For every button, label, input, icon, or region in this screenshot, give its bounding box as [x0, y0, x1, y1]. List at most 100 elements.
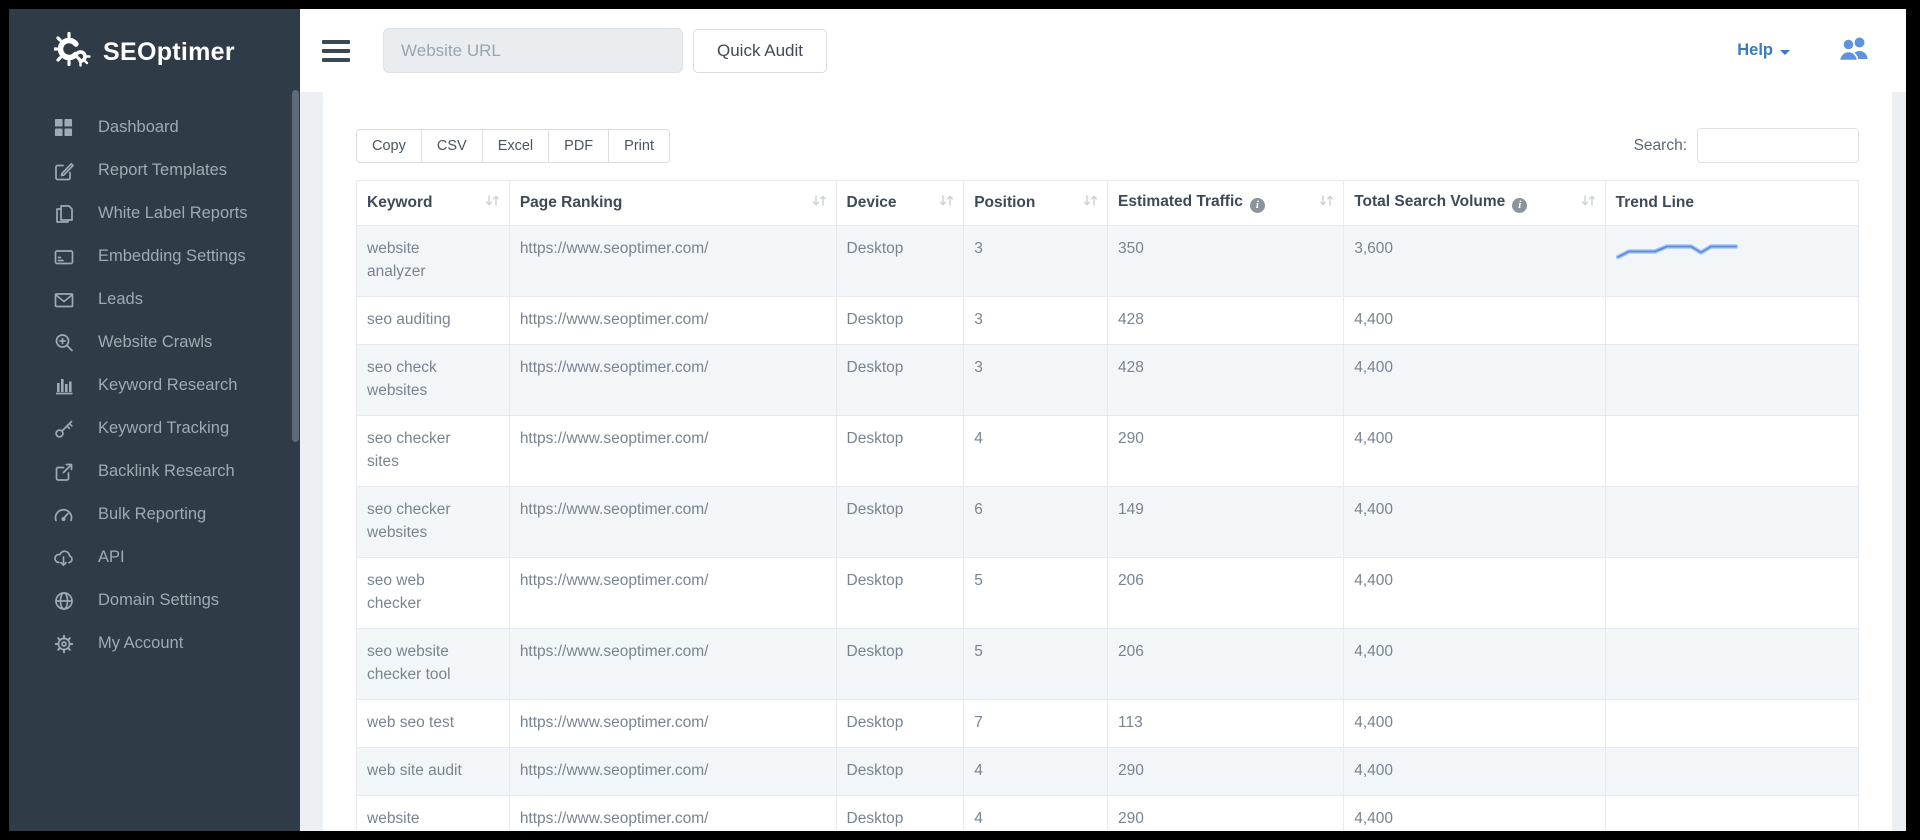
- info-icon[interactable]: [1250, 198, 1265, 213]
- logo-text: SEOptimer: [103, 38, 235, 67]
- cell-trend_line: [1605, 416, 1858, 487]
- cell-total_search_volume: 4,400: [1344, 558, 1605, 629]
- cell-trend_line: [1605, 748, 1858, 796]
- cell-position: 4: [964, 416, 1108, 487]
- envelope-icon: [53, 289, 74, 310]
- cell-position: 3: [964, 345, 1108, 416]
- sidebar-item-website-crawls[interactable]: Website Crawls: [9, 321, 300, 364]
- embed-card-icon: [53, 246, 74, 267]
- cell-total_search_volume: 4,400: [1344, 796, 1605, 832]
- gear-icon: [53, 633, 74, 654]
- sidebar-item-white-label-reports[interactable]: White Label Reports: [9, 192, 300, 235]
- sidebar-item-report-templates[interactable]: Report Templates: [9, 149, 300, 192]
- sidebar-item-label: Backlink Research: [98, 462, 235, 481]
- table-row: seo checker siteshttps://www.seoptimer.c…: [357, 416, 1859, 487]
- cell-keyword: seo web checker: [357, 558, 510, 629]
- table-search: Search:: [1634, 128, 1859, 163]
- cell-page_ranking: https://www.seoptimer.com/: [509, 748, 836, 796]
- sidebar-item-backlink-research[interactable]: Backlink Research: [9, 450, 300, 493]
- cell-trend_line: [1605, 558, 1858, 629]
- sidebar-scrollbar[interactable]: [292, 90, 299, 442]
- cell-keyword: seo auditing: [357, 297, 510, 345]
- export-pdf-button[interactable]: PDF: [548, 129, 609, 163]
- chevron-down-icon: [1780, 50, 1790, 55]
- column-header-device[interactable]: Device: [836, 181, 964, 226]
- column-header-total_search_volume[interactable]: Total Search Volume: [1344, 181, 1605, 226]
- key-icon: [53, 418, 74, 439]
- export-print-button[interactable]: Print: [608, 129, 670, 163]
- logo[interactable]: SEOptimer: [9, 9, 300, 74]
- sidebar-item-bulk-reporting[interactable]: Bulk Reporting: [9, 493, 300, 536]
- sidebar-item-leads[interactable]: Leads: [9, 278, 300, 321]
- sidebar-nav: Dashboard Report Templates White Label Rep…: [9, 106, 300, 665]
- dashboard-grid-icon: [53, 117, 74, 138]
- cell-total_search_volume: 4,400: [1344, 297, 1605, 345]
- sidebar-item-label: Domain Settings: [98, 591, 219, 610]
- cell-total_search_volume: 4,400: [1344, 345, 1605, 416]
- cell-device: Desktop: [836, 226, 964, 297]
- sidebar-item-domain-settings[interactable]: Domain Settings: [9, 579, 300, 622]
- export-excel-button[interactable]: Excel: [482, 129, 549, 163]
- sidebar-item-label: Dashboard: [98, 118, 179, 137]
- cell-device: Desktop: [836, 558, 964, 629]
- trend-sparkline: [1616, 242, 1738, 260]
- topbar: Quick Audit Help: [300, 9, 1906, 92]
- cell-page_ranking: https://www.seoptimer.com/: [509, 700, 836, 748]
- export-copy-button[interactable]: Copy: [356, 129, 422, 163]
- sidebar-item-label: Keyword Tracking: [98, 419, 229, 438]
- cell-estimated_traffic: 350: [1107, 226, 1343, 297]
- cell-estimated_traffic: 290: [1107, 748, 1343, 796]
- cell-keyword: seo website checker tool: [357, 629, 510, 700]
- search-plus-icon: [53, 332, 74, 353]
- cell-position: 3: [964, 226, 1108, 297]
- sidebar-item-dashboard[interactable]: Dashboard: [9, 106, 300, 149]
- quick-audit-button[interactable]: Quick Audit: [693, 29, 827, 73]
- table-row: website auditinghttps://www.seoptimer.co…: [357, 796, 1859, 832]
- cell-page_ranking: https://www.seoptimer.com/: [509, 226, 836, 297]
- keyword-table-card: CopyCSVExcelPDFPrint Search: KeywordPage…: [323, 92, 1892, 831]
- info-icon[interactable]: [1512, 198, 1527, 213]
- sort-icon: [485, 194, 500, 212]
- help-dropdown[interactable]: Help: [1737, 41, 1790, 60]
- cell-device: Desktop: [836, 416, 964, 487]
- content-area: CopyCSVExcelPDFPrint Search: KeywordPage…: [300, 92, 1906, 831]
- table-row: seo auditinghttps://www.seoptimer.com/De…: [357, 297, 1859, 345]
- cell-keyword: seo check websites: [357, 345, 510, 416]
- search-input[interactable]: [1697, 128, 1859, 163]
- sidebar-item-label: Leads: [98, 290, 143, 309]
- cell-device: Desktop: [836, 487, 964, 558]
- cell-position: 3: [964, 297, 1108, 345]
- sidebar-item-my-account[interactable]: My Account: [9, 622, 300, 665]
- sidebar-item-label: Embedding Settings: [98, 247, 246, 266]
- column-header-keyword[interactable]: Keyword: [357, 181, 510, 226]
- export-csv-button[interactable]: CSV: [421, 129, 483, 163]
- sidebar-item-label: Report Templates: [98, 161, 227, 180]
- sidebar-item-embedding-settings[interactable]: Embedding Settings: [9, 235, 300, 278]
- search-label: Search:: [1634, 137, 1687, 155]
- column-header-estimated_traffic[interactable]: Estimated Traffic: [1107, 181, 1343, 226]
- cell-position: 5: [964, 558, 1108, 629]
- cell-device: Desktop: [836, 629, 964, 700]
- sidebar-item-keyword-tracking[interactable]: Keyword Tracking: [9, 407, 300, 450]
- cell-estimated_traffic: 206: [1107, 558, 1343, 629]
- sidebar-item-label: Bulk Reporting: [98, 505, 206, 524]
- column-header-position[interactable]: Position: [964, 181, 1108, 226]
- cell-trend_line: [1605, 629, 1858, 700]
- seoptimer-gear-logo-icon: [54, 31, 92, 74]
- sidebar-item-api[interactable]: API: [9, 536, 300, 579]
- cell-page_ranking: https://www.seoptimer.com/: [509, 629, 836, 700]
- cell-total_search_volume: 4,400: [1344, 748, 1605, 796]
- account-users-button[interactable]: [1837, 35, 1870, 67]
- cell-device: Desktop: [836, 748, 964, 796]
- hamburger-menu-icon[interactable]: [322, 40, 350, 62]
- website-url-input[interactable]: [383, 28, 683, 73]
- sort-icon: [1581, 194, 1596, 212]
- table-toolbar: CopyCSVExcelPDFPrint Search:: [356, 128, 1859, 163]
- cell-device: Desktop: [836, 297, 964, 345]
- sidebar-item-keyword-research[interactable]: Keyword Research: [9, 364, 300, 407]
- cell-estimated_traffic: 149: [1107, 487, 1343, 558]
- cell-estimated_traffic: 206: [1107, 629, 1343, 700]
- cell-trend_line: [1605, 487, 1858, 558]
- column-header-page_ranking[interactable]: Page Ranking: [509, 181, 836, 226]
- table-row: seo website checker toolhttps://www.seop…: [357, 629, 1859, 700]
